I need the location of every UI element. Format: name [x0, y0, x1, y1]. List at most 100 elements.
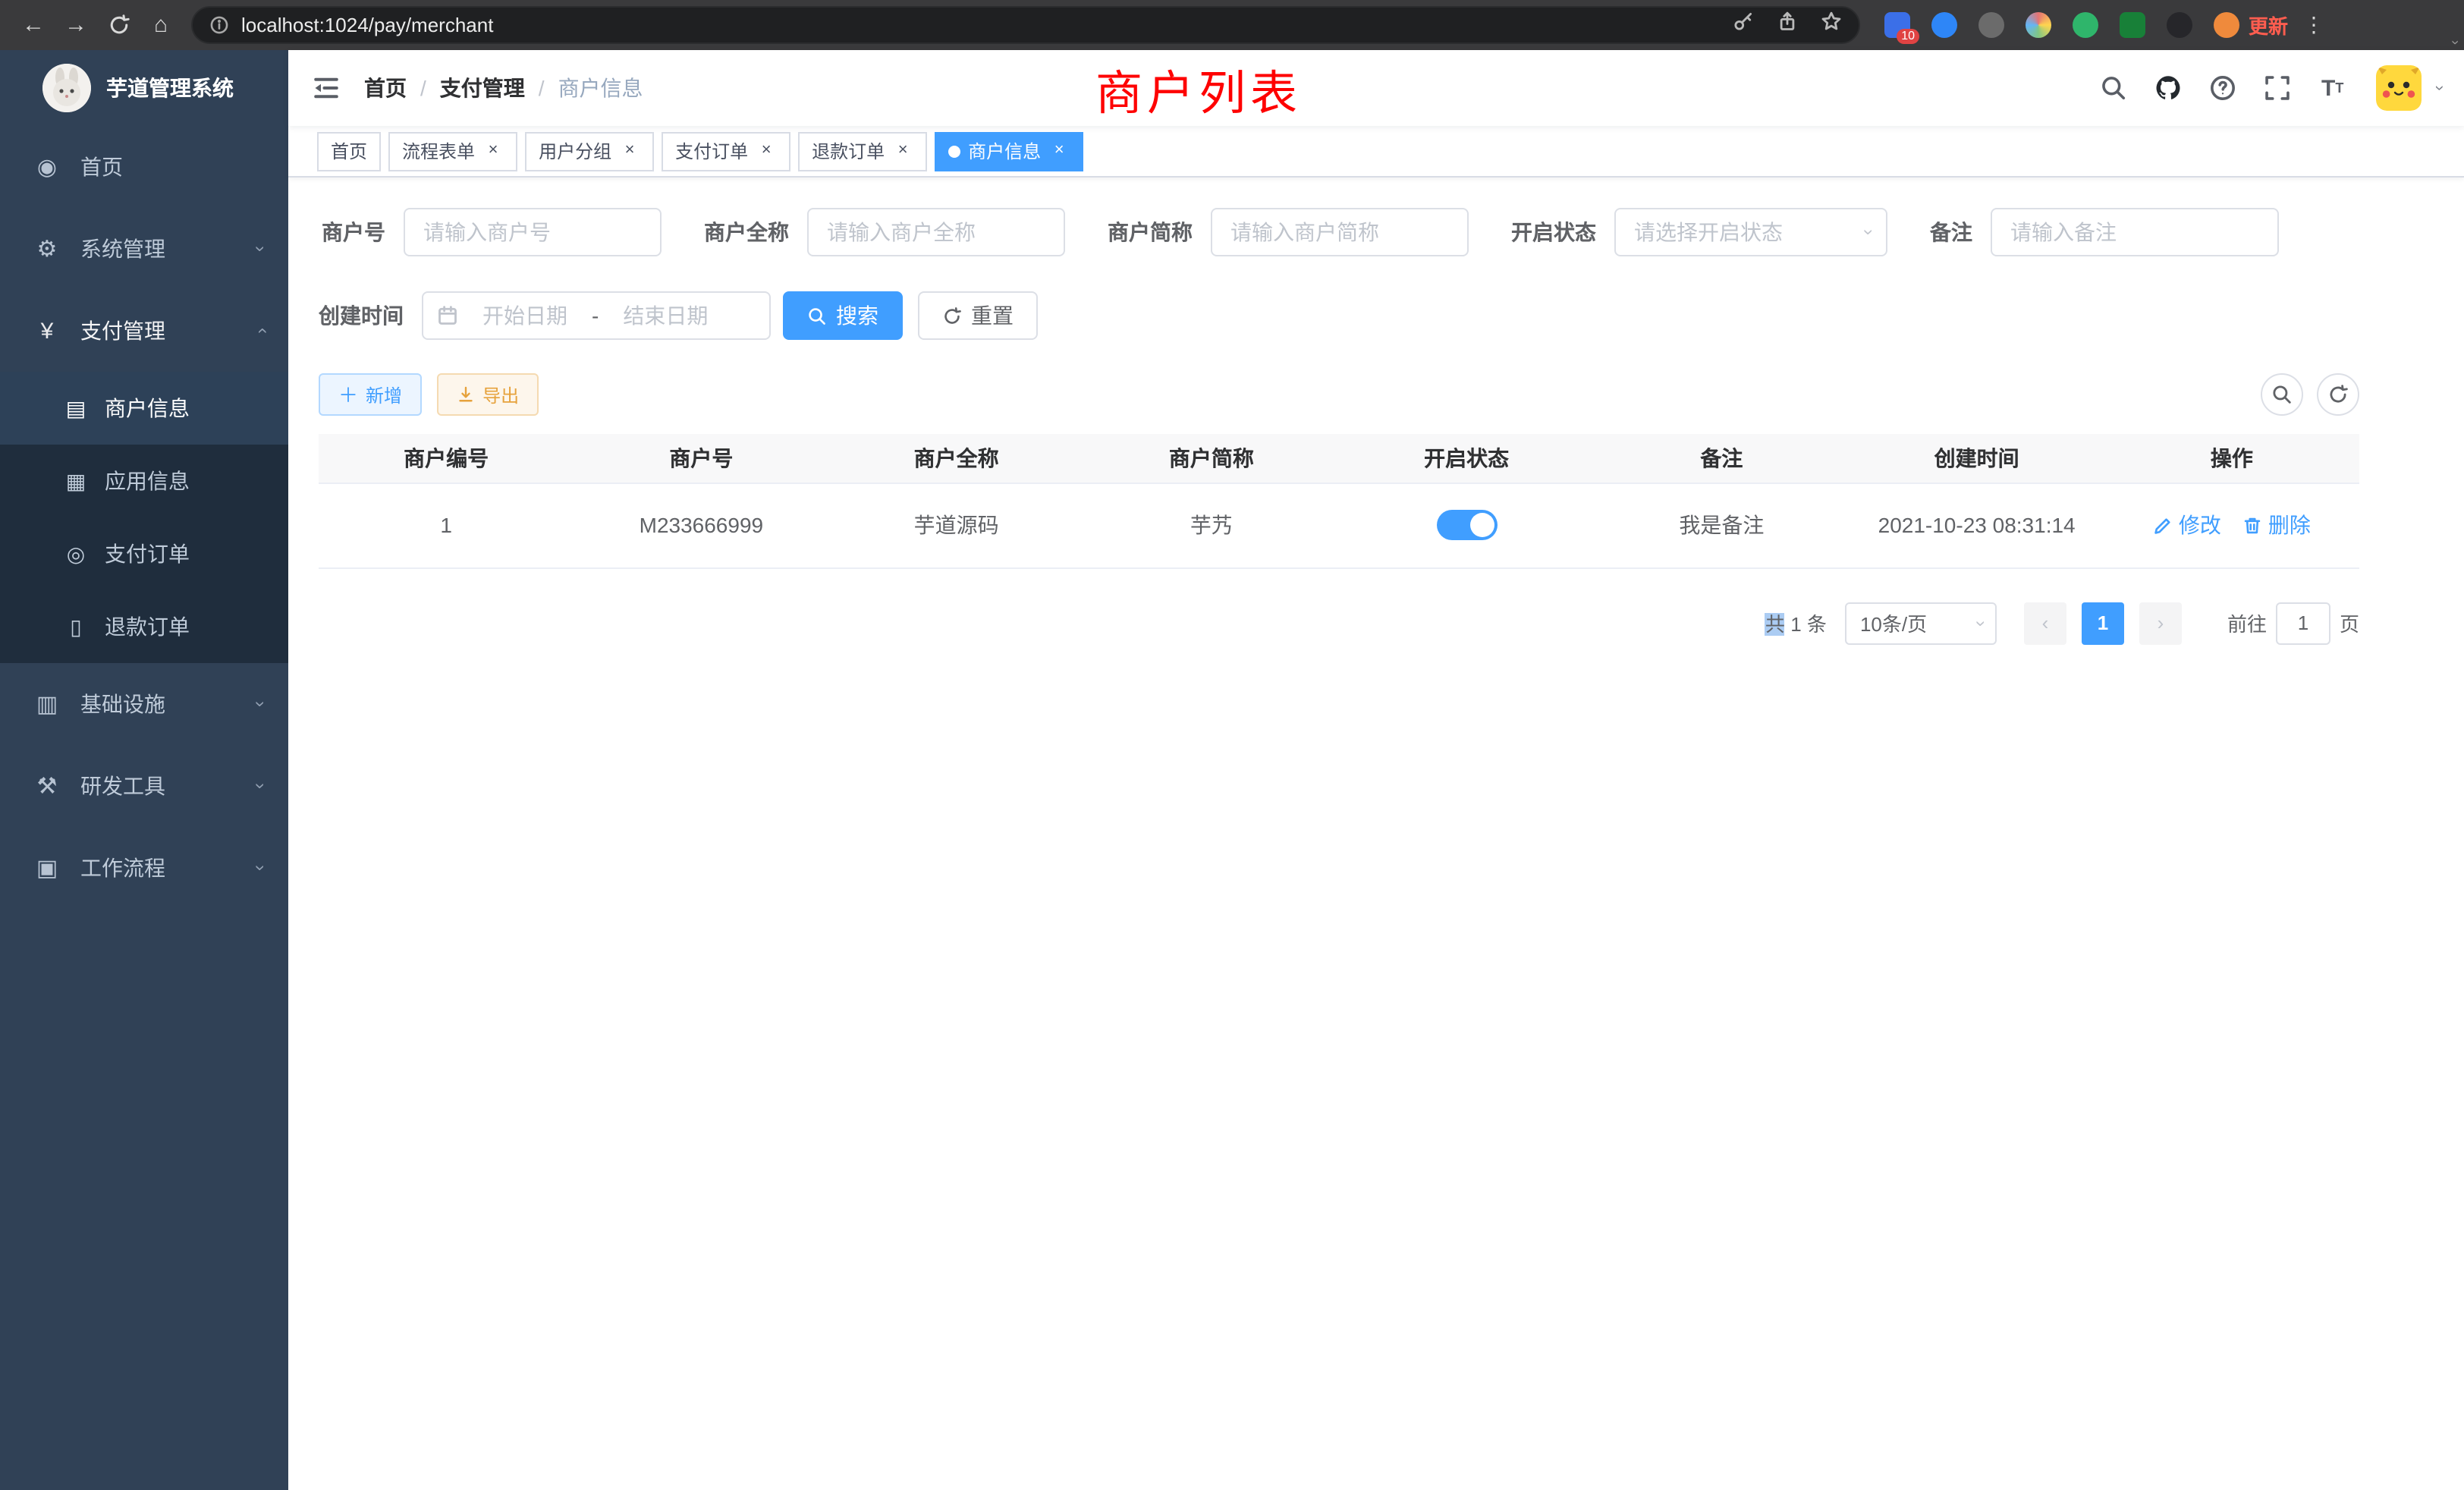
github-icon[interactable] — [2146, 65, 2192, 111]
bookmark-star-icon[interactable] — [1821, 11, 1842, 39]
tab-close-icon[interactable]: × — [1048, 140, 1070, 162]
browser-menu-icon[interactable]: ⋮ — [2303, 12, 2324, 38]
tab-label: 退款订单 — [812, 138, 885, 164]
share-icon[interactable] — [1777, 11, 1798, 39]
tab-user-group[interactable]: 用户分组 × — [525, 131, 654, 171]
chrome-caret-icon[interactable]: › — [2448, 40, 2463, 45]
target-icon: ◎ — [64, 541, 88, 567]
sidebar-item-refund-order[interactable]: ▯ 退款订单 — [0, 590, 288, 663]
page-size-select[interactable]: 10条/页 › — [1845, 602, 1997, 644]
page-number-1[interactable]: 1 — [2082, 602, 2124, 644]
extension-pinned-icon[interactable]: 10 — [1884, 12, 1910, 38]
export-button[interactable]: 导出 — [437, 373, 539, 416]
sidebar-item-infra[interactable]: ▥ 基础设施 › — [0, 663, 288, 745]
chevron-down-icon: › — [250, 865, 272, 871]
address-bar[interactable]: localhost:1024/pay/merchant — [191, 6, 1860, 44]
extension-green-sheet-icon[interactable] — [2120, 12, 2145, 38]
breadcrumb: 首页 / 支付管理 / 商户信息 — [364, 73, 643, 103]
extension-green-circle-icon[interactable] — [2073, 12, 2098, 38]
cell-remark: 我是备注 — [1594, 483, 1849, 567]
column-status: 开启状态 — [1339, 434, 1594, 483]
next-page-button[interactable]: › — [2139, 602, 2182, 644]
sidebar-item-home[interactable]: ◉ 首页 — [0, 126, 288, 208]
column-actions: 操作 — [2104, 434, 2359, 483]
date-end-input[interactable] — [605, 303, 726, 328]
sidebar-item-payment[interactable]: ¥ 支付管理 › — [0, 290, 288, 372]
browser-reload-icon[interactable] — [97, 4, 140, 46]
url-text: localhost:1024/pay/merchant — [241, 14, 493, 36]
search-button[interactable]: 搜索 — [783, 291, 903, 340]
breadcrumb-section[interactable]: 支付管理 — [440, 73, 525, 103]
merchant-name-input[interactable] — [807, 208, 1065, 256]
annotation-merchant-list: 商户列表 — [1095, 55, 1302, 123]
sidebar-item-label: 研发工具 — [80, 771, 165, 801]
date-start-input[interactable] — [464, 303, 586, 328]
header-search-icon[interactable] — [2092, 65, 2137, 111]
status-label: 开启状态 — [1511, 217, 1614, 247]
tab-close-icon[interactable]: × — [892, 140, 913, 162]
browser-back-icon[interactable]: ← — [12, 4, 55, 46]
goto-page-input[interactable] — [2276, 602, 2330, 644]
tab-process-form[interactable]: 流程表单 × — [388, 131, 517, 171]
sidebar-item-app-info[interactable]: ▦ 应用信息 — [0, 445, 288, 517]
sidebar-item-label: 系统管理 — [80, 234, 165, 264]
browser-home-icon[interactable]: ⌂ — [140, 4, 182, 46]
pagination: 共 1 条 10条/页 › ‹ 1 › 前往 页 — [319, 602, 2359, 644]
font-size-icon[interactable]: TT — [2310, 65, 2356, 111]
merchant-short-input[interactable] — [1211, 208, 1469, 256]
extension-drop-icon[interactable] — [1931, 12, 1957, 38]
extension-dark-pin-icon[interactable] — [2167, 12, 2192, 38]
sidebar-item-payment-order[interactable]: ◎ 支付订单 — [0, 517, 288, 590]
breadcrumb-home[interactable]: 首页 — [364, 73, 407, 103]
extension-gray-icon[interactable] — [1978, 12, 2004, 38]
toggle-search-button[interactable] — [2261, 373, 2303, 416]
sidebar-item-system[interactable]: ⚙ 系统管理 › — [0, 208, 288, 290]
reset-button[interactable]: 重置 — [918, 291, 1038, 340]
monitor-icon: ▥ — [33, 690, 61, 718]
site-info-icon[interactable] — [209, 15, 229, 35]
tab-payment-order[interactable]: 支付订单 × — [662, 131, 790, 171]
tab-close-icon[interactable]: × — [482, 140, 504, 162]
table-header: 商户编号 商户号 商户全称 商户简称 开启状态 备注 创建时间 操作 — [319, 434, 2359, 483]
sidebar-item-workflow[interactable]: ▣ 工作流程 › — [0, 827, 288, 909]
avatar-caret-icon[interactable]: › — [2431, 85, 2449, 90]
dashboard-icon: ◉ — [33, 153, 61, 181]
remark-input[interactable] — [1991, 208, 2279, 256]
prev-page-button[interactable]: ‹ — [2024, 602, 2066, 644]
tab-refund-order[interactable]: 退款订单 × — [798, 131, 927, 171]
sidebar-item-dev-tools[interactable]: ⚒ 研发工具 › — [0, 745, 288, 827]
sidebar-toggle-icon[interactable] — [311, 71, 344, 105]
password-key-icon[interactable] — [1733, 11, 1754, 39]
sidebar-item-merchant-info[interactable]: ▤ 商户信息 — [0, 372, 288, 445]
user-avatar[interactable] — [2377, 65, 2422, 111]
browser-forward-icon[interactable]: → — [55, 4, 97, 46]
help-icon[interactable] — [2201, 65, 2246, 111]
column-create-time: 创建时间 — [1850, 434, 2104, 483]
total-suffix: 条 — [1807, 613, 1827, 636]
tab-home[interactable]: 首页 — [317, 131, 381, 171]
cell-create-time: 2021-10-23 08:31:14 — [1850, 483, 2104, 567]
extension-color-wheel-icon[interactable] — [2026, 12, 2051, 38]
status-toggle[interactable] — [1436, 510, 1497, 540]
merchant-no-input[interactable] — [404, 208, 662, 256]
edit-button[interactable]: 修改 — [2153, 510, 2221, 540]
refresh-button[interactable] — [2317, 373, 2359, 416]
delete-button[interactable]: 删除 — [2242, 510, 2311, 540]
sidebar-menu: ◉ 首页 ⚙ 系统管理 › ¥ 支付管理 › ▤ 商户信息 ▦ 应用 — [0, 126, 288, 909]
add-button[interactable]: ＋ 新增 — [319, 373, 422, 416]
tab-merchant-info[interactable]: 商户信息 × — [935, 131, 1083, 171]
status-select[interactable]: 请选择开启状态 › — [1614, 208, 1887, 256]
sidebar-item-label: 支付订单 — [105, 539, 190, 569]
table-row: 1 M233666999 芋道源码 芋艿 我是备注 2021-10-23 08:… — [319, 483, 2359, 567]
tab-close-icon[interactable]: × — [619, 140, 640, 162]
profile-avatar-icon[interactable] — [2214, 12, 2239, 38]
breadcrumb-current: 商户信息 — [558, 73, 643, 103]
browser-update-button[interactable]: 更新 — [2249, 11, 2288, 39]
fullscreen-icon[interactable] — [2255, 65, 2301, 111]
filter-merchant-name: 商户全称 — [704, 208, 1065, 256]
omnibox-actions — [1733, 11, 1842, 39]
chevron-down-icon: › — [250, 246, 272, 252]
tab-close-icon[interactable]: × — [756, 140, 777, 162]
app-logo[interactable]: 芋道管理系统 — [0, 50, 288, 126]
create-time-range-picker[interactable]: - — [422, 291, 771, 340]
